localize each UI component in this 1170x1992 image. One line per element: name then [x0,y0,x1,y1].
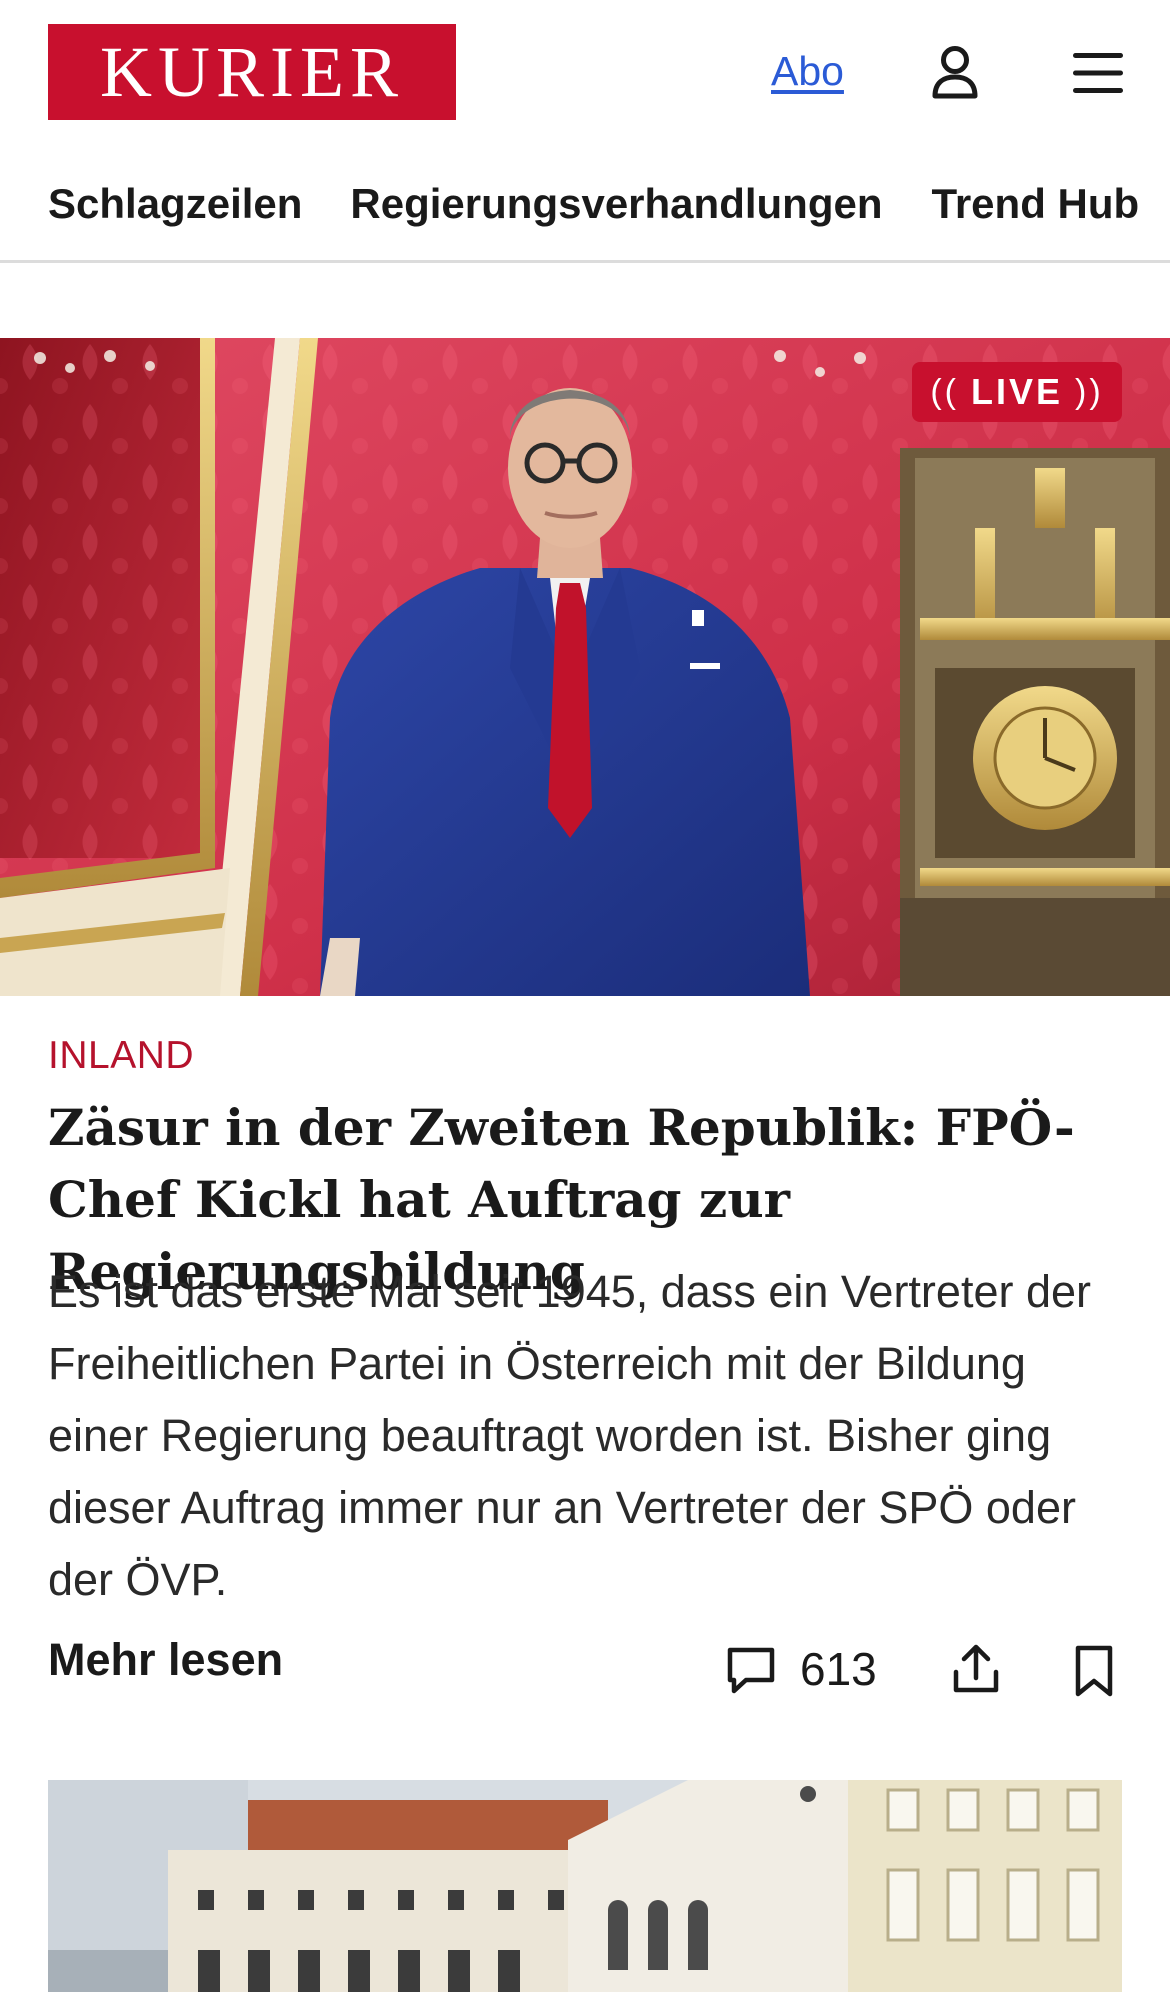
comments-button[interactable]: 613 [724,1642,877,1696]
nav-divider-line [0,260,1170,263]
menu-icon [1073,53,1123,93]
bookmark-icon [1075,1645,1113,1697]
abo-link[interactable]: Abo [771,48,844,95]
share-icon [953,1644,999,1693]
read-more-link[interactable]: Mehr lesen [48,1634,283,1686]
comment-icon [727,1647,775,1694]
live-wave-left-icon: (( [930,372,959,411]
nav-item-regierungsverhandlungen[interactable]: Regierungsverhandlungen [350,160,882,246]
live-badge[interactable]: (( LIVE )) [912,362,1122,422]
live-wave-right-icon: )) [1075,372,1104,411]
section-nav: Schlagzeilen Regierungsverhandlungen Tre… [0,160,1170,246]
hero-photo-illustration [0,338,1170,996]
next-article-image[interactable] [48,1780,1122,1992]
article-actions: Mehr lesen 613 [48,1634,1122,1714]
nav-item-trend-hub[interactable]: Trend Hub [932,160,1140,246]
site-header: KURIER Abo [0,0,1170,140]
share-button[interactable] [948,1642,1004,1698]
article-category[interactable]: INLAND [48,1034,194,1078]
next-article-photo-illustration [48,1780,1122,1992]
user-account-button[interactable] [925,40,985,104]
kurier-logo[interactable]: KURIER [48,24,456,120]
bookmark-button[interactable] [1072,1644,1124,1700]
article-teaser: Es ist das erste Mal seit 1945, dass ein… [48,1266,1091,1605]
user-icon [932,46,978,99]
logo-text: KURIER [100,32,404,112]
menu-button[interactable] [1070,45,1126,101]
live-label: LIVE [970,371,1063,412]
comment-count: 613 [800,1643,877,1695]
hero-image[interactable] [0,338,1170,996]
nav-item-schlagzeilen[interactable]: Schlagzeilen [48,160,302,246]
